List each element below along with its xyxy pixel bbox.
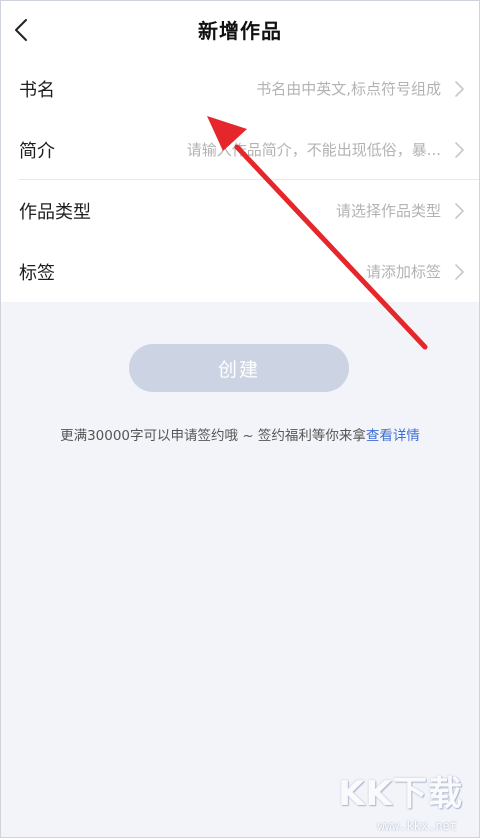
title-input[interactable]: 书名由中英文,标点符号组成 — [256, 78, 441, 99]
watermark-url: www.kkx.net — [377, 819, 457, 833]
type-select[interactable]: 请选择作品类型 — [336, 200, 441, 221]
row-label: 简介 — [19, 141, 55, 162]
tip-text: 更满30000字可以申请签约哦 ~ 签约福利等你来拿 — [60, 428, 366, 444]
chevron-right-icon — [455, 203, 464, 219]
watermark-logo: KK下载 — [338, 774, 463, 814]
divider — [19, 179, 479, 180]
form-row-tags[interactable]: 标签 请添加标签 — [1, 242, 479, 302]
app-header: 新增作品 — [1, 1, 479, 59]
form-row-type[interactable]: 作品类型 请选择作品类型 — [1, 181, 479, 241]
view-details-link[interactable]: 查看详情 — [366, 428, 420, 444]
chevron-right-icon — [455, 142, 464, 158]
tags-input[interactable]: 请添加标签 — [366, 261, 441, 282]
intro-input[interactable]: 请输入作品简介，不能出现低俗，暴... — [187, 139, 441, 160]
row-label: 作品类型 — [19, 202, 91, 223]
chevron-right-icon — [455, 81, 464, 97]
form-row-title[interactable]: 书名 书名由中英文,标点符号组成 — [1, 59, 479, 119]
row-label: 书名 — [19, 80, 55, 101]
sign-contract-tip: 更满30000字可以申请签约哦 ~ 签约福利等你来拿查看详情 — [1, 424, 479, 444]
work-form: 书名 书名由中英文,标点符号组成 简介 请输入作品简介，不能出现低俗，暴... … — [1, 59, 479, 302]
form-row-intro[interactable]: 简介 请输入作品简介，不能出现低俗，暴... — [1, 120, 479, 180]
create-button[interactable]: 创建 — [129, 344, 349, 392]
chevron-right-icon — [455, 264, 464, 280]
page-title: 新增作品 — [198, 19, 282, 43]
row-label: 标签 — [19, 263, 55, 284]
